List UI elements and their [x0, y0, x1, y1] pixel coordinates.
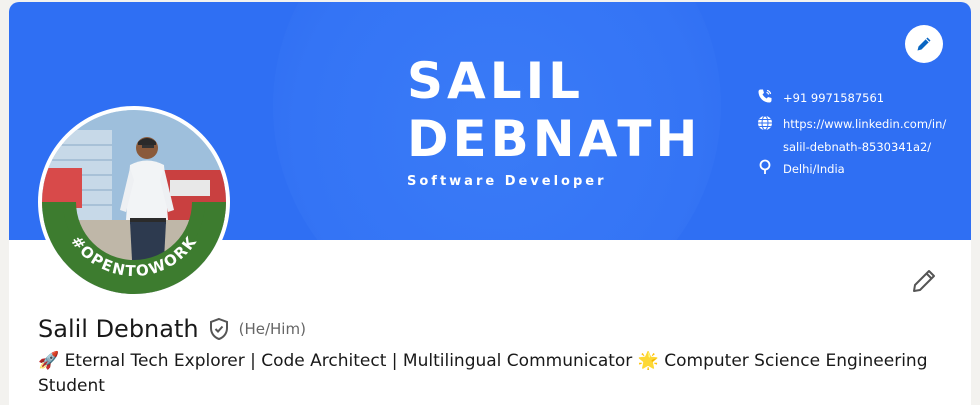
- avatar: #OPENTOWORK: [42, 110, 226, 294]
- profile-name-row: Salil Debnath (He/Him): [38, 315, 306, 343]
- edit-profile-button[interactable]: [908, 265, 940, 297]
- contact-linkedin-line2: salil-debnath-8530341a2/: [783, 140, 932, 154]
- profile-name: Salil Debnath: [38, 315, 199, 343]
- profile-headline: 🚀 Eternal Tech Explorer | Code Architect…: [38, 351, 928, 396]
- contact-linkedin-line1: https://www.linkedin.com/in/: [783, 117, 947, 131]
- profile-card: SALIL DEBNATH Software Developer +91 997…: [9, 2, 971, 405]
- pencil-icon: [913, 270, 935, 292]
- banner-name-line1: SALIL: [407, 52, 585, 110]
- pencil-icon: [917, 37, 931, 51]
- avatar-photo-image: #OPENTOWORK: [42, 110, 226, 294]
- profile-pronouns: (He/Him): [238, 320, 306, 338]
- banner-contact-phone: +91 9971587561: [757, 88, 884, 108]
- banner-contact-location: Delhi/India: [757, 159, 845, 179]
- globe-icon: [758, 115, 772, 131]
- profile-photo[interactable]: #OPENTOWORK: [38, 106, 230, 298]
- contact-phone-text: +91 9971587561: [783, 91, 885, 105]
- banner-contact-linkedin: https://www.linkedin.com/in/ salil-debna…: [757, 113, 946, 159]
- banner-name-line2: DEBNATH: [407, 110, 702, 168]
- banner-name: SALIL DEBNATH: [407, 52, 707, 168]
- location-pin-icon: [759, 159, 771, 174]
- shield-check-icon[interactable]: [207, 317, 231, 341]
- contact-location-text: Delhi/India: [783, 162, 845, 176]
- banner-role: Software Developer: [407, 174, 607, 189]
- phone-icon: [758, 89, 772, 103]
- edit-banner-button[interactable]: [905, 25, 943, 63]
